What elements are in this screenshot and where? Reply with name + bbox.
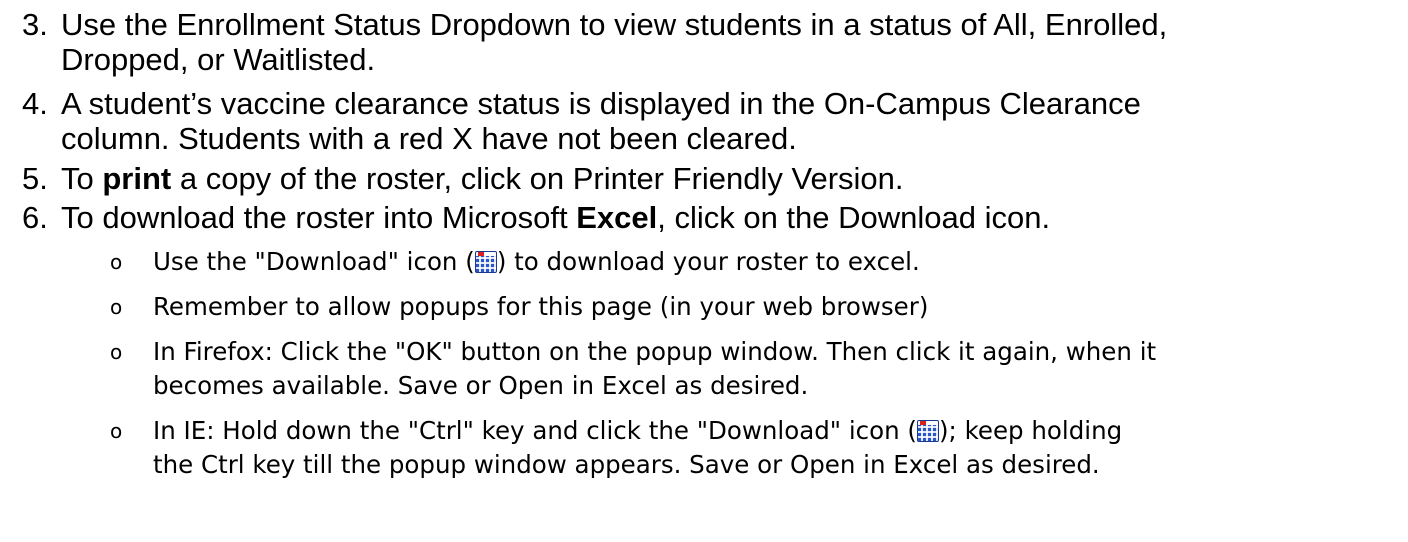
emphasis-text: print <box>102 161 172 196</box>
sub-list-item-text-line-1: In IE: Hold down the "Ctrl" key and clic… <box>153 414 1122 448</box>
list-item-text-line-2: column. Students with a red X have not b… <box>61 121 797 156</box>
text-segment: ); keep holding <box>939 416 1123 445</box>
bullet-marker: o <box>110 295 123 319</box>
list-item-text: To download the roster into Microsoft Ex… <box>61 199 1050 236</box>
bullet-marker: o <box>110 419 123 443</box>
bullet-marker: o <box>110 340 123 364</box>
list-number: 5. <box>22 161 48 196</box>
list-number: 3. <box>22 7 48 42</box>
sub-list-item-text-line-1: In Firefox: Click the "OK" button on the… <box>153 337 1157 366</box>
text-segment: Use the "Download" icon ( <box>153 247 475 276</box>
text-segment: To download the roster into Microsoft <box>61 200 577 235</box>
list-item-text-line-1: A student’s vaccine clearance status is … <box>61 86 1141 121</box>
list-item-text-line-2: Dropped, or Waitlisted. <box>61 42 376 77</box>
text-segment: , click on the Download icon. <box>657 200 1051 235</box>
sub-list-item-text: Use the "Download" icon ( ) to download y… <box>153 245 920 279</box>
list-item-text: To print a copy of the roster, click on … <box>61 160 904 197</box>
text-segment: a copy of the roster, click on Printer F… <box>171 161 904 196</box>
text-segment: ) to download your roster to excel. <box>496 247 920 276</box>
sub-list-item-text-line-2: the Ctrl key till the popup window appea… <box>153 450 1100 479</box>
download-excel-icon <box>917 420 939 442</box>
emphasis-text: Excel <box>576 200 658 235</box>
download-excel-icon <box>474 251 497 273</box>
list-number: 6. <box>22 200 48 235</box>
instructions-document: 3. Use the Enrollment Status Dropdown to… <box>0 0 1408 542</box>
sub-list-item-text: Remember to allow popups for this page (… <box>153 292 929 321</box>
bullet-marker: o <box>110 250 123 274</box>
list-number: 4. <box>22 86 48 121</box>
text-segment: In IE: Hold down the "Ctrl" key and clic… <box>153 416 917 445</box>
list-item-text-line-1: Use the Enrollment Status Dropdown to vi… <box>61 7 1168 42</box>
sub-list-item-text-line-2: becomes available. Save or Open in Excel… <box>153 371 809 400</box>
text-segment: To <box>61 161 103 196</box>
